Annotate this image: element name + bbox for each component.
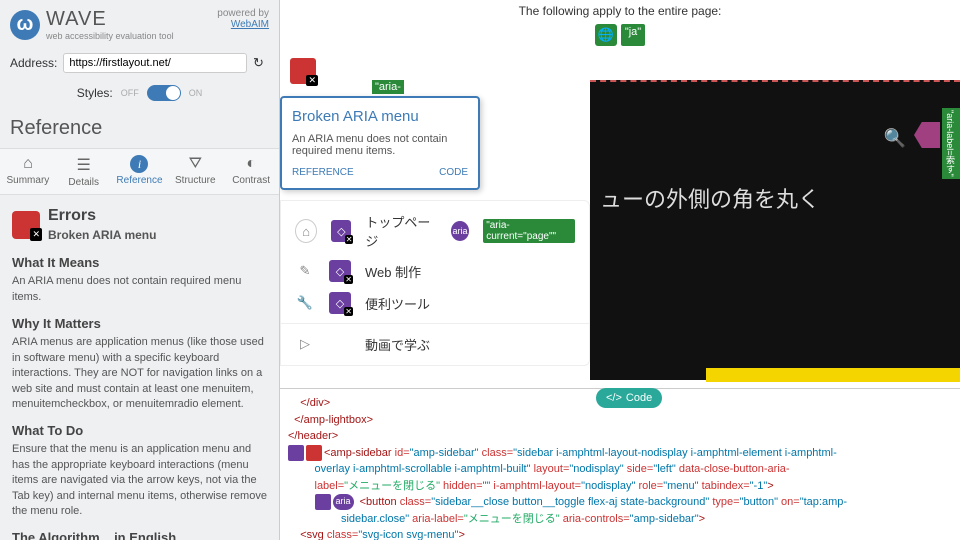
nav-item-tools[interactable]: 🔧 ◇ 便利ツール (281, 287, 589, 319)
nav-item-video[interactable]: ▷ 動画で学ぶ (281, 323, 589, 359)
webaim-link[interactable]: WebAIM (231, 19, 269, 30)
list-icon: ☰ (58, 155, 110, 175)
aria-badge[interactable]: aria (451, 221, 469, 241)
yellow-bar (706, 368, 960, 382)
wrench-icon: 🔧 (295, 293, 315, 313)
popup-reference-link[interactable]: REFERENCE (292, 167, 354, 178)
popup-code-link[interactable]: CODE (439, 167, 468, 178)
info-icon: i (130, 155, 148, 173)
styles-toggle-row: Styles: OFF ON (0, 77, 279, 109)
address-input[interactable] (63, 53, 247, 73)
aria-side-badge[interactable]: "aria-label=索す" (942, 108, 960, 179)
play-icon: ▷ (295, 334, 315, 354)
address-label: Address: (10, 56, 57, 70)
site-title: ューの外側の角を丸く (590, 82, 960, 314)
aria-inline-icon (315, 494, 331, 510)
code-icon: </> (606, 392, 622, 404)
wave-logo-icon: ω (10, 10, 40, 40)
aria-tag[interactable]: "aria- (372, 80, 404, 94)
tab-reference[interactable]: iReference (112, 149, 168, 194)
reference-content: Errors Broken ARIA menu What It Means An… (0, 195, 279, 540)
globe-icon[interactable]: 🌐 (595, 24, 617, 46)
popup-title: Broken ARIA menu (292, 108, 468, 125)
top-note: The following apply to the entire page: (280, 0, 960, 22)
aria-error-badge[interactable]: ◇ (331, 220, 351, 242)
what-it-means-h: What It Means (12, 254, 267, 272)
site-background: ューの外側の角を丸く (590, 80, 960, 380)
logo-subtitle: web accessibility evaluation tool (46, 31, 174, 41)
why-it-matters-h: Why It Matters (12, 315, 267, 333)
tab-summary[interactable]: ⌂Summary (0, 149, 56, 194)
what-to-do-h: What To Do (12, 422, 267, 440)
wave-sidebar: ω WAVE web accessibility evaluation tool… (0, 0, 280, 540)
tab-contrast[interactable]: ◐Contrast (223, 149, 279, 194)
tab-details[interactable]: ☰Details (56, 149, 112, 194)
tab-structure[interactable]: ⛛Structure (167, 149, 223, 194)
tabs: ⌂Summary ☰Details iReference ⛛Structure … (0, 148, 279, 195)
language-badges: 🌐 "ja" (280, 24, 960, 46)
lang-badge[interactable]: "ja" (621, 24, 645, 46)
why-it-matters-p: ARIA menus are application menus (like t… (12, 335, 267, 412)
powered-by: powered by WebAIM (217, 8, 269, 30)
pencil-icon: ✎ (295, 261, 315, 281)
aria-error-badge[interactable]: ◇ (329, 292, 351, 314)
aria-error-badge[interactable]: ◇ (329, 260, 351, 282)
code-panel[interactable]: </div> </amp-lightbox> </header> <amp-si… (280, 388, 960, 540)
nav-item-web[interactable]: ✎ ◇ Web 制作 (281, 255, 589, 287)
errors-subtitle: Broken ARIA menu (48, 227, 156, 244)
what-it-means-p: An ARIA menu does not contain required m… (12, 274, 267, 305)
address-bar: Address: ↻ (0, 49, 279, 77)
home-icon: ⌂ (295, 219, 317, 243)
contrast-icon: ◐ (225, 155, 277, 173)
logo-bar: ω WAVE web accessibility evaluation tool… (0, 0, 279, 49)
popup-body: An ARIA menu does not contain required m… (292, 133, 468, 157)
site-nav-panel: ⌂ ◇ トップページ aria "aria-current="page"" ✎ … (280, 200, 590, 366)
structure-icon: ⛛ (169, 155, 221, 173)
main-preview: The following apply to the entire page: … (280, 0, 960, 540)
algorithm-h: The Algorithm... in English (12, 529, 267, 540)
errors-title: Errors (48, 205, 156, 227)
error-icon (12, 211, 40, 239)
aria-pill: aria (333, 494, 354, 510)
refresh-icon[interactable]: ↻ (253, 55, 269, 71)
logo: ω WAVE web accessibility evaluation tool (10, 8, 174, 41)
what-to-do-p: Ensure that the menu is an application m… (12, 442, 267, 519)
home-icon: ⌂ (2, 155, 54, 173)
error-inline-icon (306, 445, 322, 461)
aria-inline-icon (288, 445, 304, 461)
error-popup: Broken ARIA menu An ARIA menu does not c… (280, 96, 480, 190)
logo-title: WAVE (46, 8, 174, 31)
code-tab[interactable]: </>Code (596, 388, 662, 408)
aria-current-badge[interactable]: "aria-current="page"" (483, 219, 575, 243)
reference-heading: Reference (0, 109, 279, 148)
error-marker[interactable] (290, 58, 316, 84)
nav-item-top[interactable]: ⌂ ◇ トップページ aria "aria-current="page"" (281, 207, 589, 255)
search-icon[interactable]: 🔍 (884, 128, 906, 149)
styles-toggle[interactable] (147, 85, 181, 101)
